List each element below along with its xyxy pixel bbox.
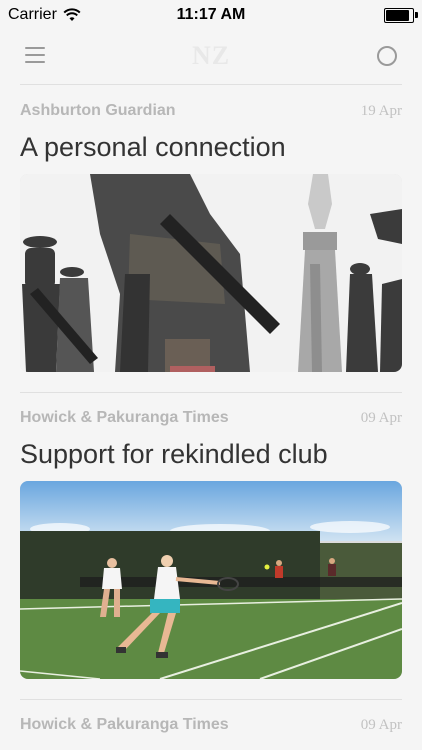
article-source: Ashburton Guardian: [20, 102, 176, 119]
app-logo: NZ: [191, 41, 231, 70]
article-date: 09 Apr: [360, 717, 402, 733]
article-source: Howick & Pakuranga Times: [20, 409, 229, 426]
nav-divider: [20, 84, 402, 85]
battery-level: [386, 10, 409, 21]
article-headline[interactable]: A personal connection: [20, 131, 402, 163]
clock: 11:17 AM: [176, 6, 246, 23]
article-date: 19 Apr: [360, 103, 402, 119]
article-card[interactable]: Howick & Pakuranga Times 09 Apr: [0, 700, 422, 734]
article-source: Howick & Pakuranga Times: [20, 716, 229, 733]
article-headline[interactable]: Support for rekindled club: [20, 438, 402, 470]
soldiers-memorial-photo[interactable]: [20, 174, 402, 372]
article-meta: Ashburton Guardian 19 Apr: [20, 86, 402, 120]
battery-icon: [384, 8, 414, 23]
circle-outline-icon[interactable]: [377, 46, 397, 66]
article-card[interactable]: Howick & Pakuranga Times 09 Apr Support …: [0, 393, 422, 679]
article-date: 09 Apr: [360, 410, 402, 426]
status-bar: Carrier 11:17 AM: [0, 0, 422, 30]
tennis-club-photo[interactable]: [20, 481, 402, 679]
article-card[interactable]: Ashburton Guardian 19 Apr A personal con…: [0, 86, 422, 372]
article-feed: Ashburton Guardian 19 Apr A personal con…: [0, 86, 422, 734]
hamburger-menu-icon[interactable]: [25, 47, 45, 63]
article-meta: Howick & Pakuranga Times 09 Apr: [20, 393, 402, 427]
article-meta: Howick & Pakuranga Times 09 Apr: [20, 700, 402, 734]
battery-cap: [415, 12, 418, 18]
nav-bar: NZ: [0, 30, 422, 82]
